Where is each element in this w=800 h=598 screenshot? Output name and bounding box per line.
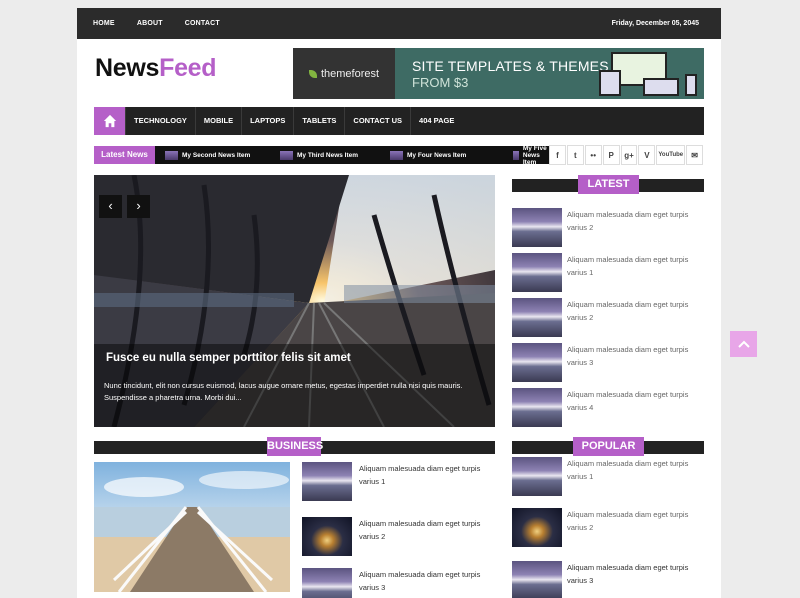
pinterest-icon[interactable]: P [602,145,620,165]
business-post-thumb[interactable] [302,462,352,501]
ticker-item[interactable]: My Second News Item [165,146,250,164]
popular-post-link[interactable]: Aliquam malesuada diam eget turpis variu… [567,508,702,534]
home-button[interactable] [94,107,125,135]
ticker-item-text: My Second News Item [182,151,251,159]
nav-item-laptops[interactable]: LAPTOPS [241,107,293,135]
back-to-top-button[interactable] [730,331,757,357]
top-link-home[interactable]: HOME [93,20,115,27]
page: HOME ABOUT CONTACT Friday, December 05, … [77,8,721,598]
vimeo-icon[interactable]: V [638,145,656,165]
ad-banner[interactable]: themeforest SITE TEMPLATES & THEMES FROM… [293,48,704,99]
flickr-icon[interactable]: •• [584,145,602,165]
business-post-link[interactable]: Aliquam malesuada diam eget turpis variu… [359,517,495,543]
site-logo[interactable]: NewsFeed [95,54,217,83]
slider-next-button[interactable]: › [127,195,150,218]
ticker-item-text: My Third News Item [297,151,359,159]
banner-line1: SITE TEMPLATES & THEMES [412,58,609,74]
top-link-contact[interactable]: CONTACT [185,20,220,27]
latest-post-thumb[interactable] [512,253,562,292]
popular-post-header: POPULAR POST [512,437,704,471]
banner-brand: themeforest [293,48,395,99]
ticker-thumb [165,150,178,160]
nav-item-404[interactable]: 404 PAGE [410,107,462,135]
latest-post-link[interactable]: Aliquam malesuada diam eget turpis variu… [567,208,702,234]
business-featured-image[interactable] [94,462,290,592]
business-post-thumb[interactable] [302,568,352,598]
latest-post-header: LATEST POST [512,175,704,209]
nav-item-mobile[interactable]: MOBILE [194,107,241,135]
latest-post-link[interactable]: Aliquam malesuada diam eget turpis variu… [567,298,702,324]
slider-title[interactable]: Fusce eu nulla semper porttitor felis si… [106,352,351,364]
latest-post-link[interactable]: Aliquam malesuada diam eget turpis variu… [567,343,702,369]
popular-post-link[interactable]: Aliquam malesuada diam eget turpis variu… [567,561,702,587]
top-link-about[interactable]: ABOUT [137,20,163,27]
banner-line2: FROM $3 [412,75,469,90]
main-nav: TECHNOLOGY MOBILE LAPTOPS TABLETS CONTAC… [94,107,704,135]
popular-post-title: POPULAR POST [573,437,644,471]
nav-item-tablets[interactable]: TABLETS [293,107,344,135]
latest-post-thumb[interactable] [512,208,562,247]
business-header: BUSINESS [94,437,495,456]
business-title: BUSINESS [267,437,323,456]
latest-post-title: LATEST POST [578,175,639,209]
current-date: Friday, December 05, 2045 [611,20,699,27]
featured-slider[interactable]: ‹ › Fusce eu nulla semper porttitor feli… [94,175,495,427]
ticker-item-text: My Five News Item [522,146,547,164]
top-bar: HOME ABOUT CONTACT Friday, December 05, … [77,8,721,39]
logo-part-news: News [95,54,160,82]
chevron-up-icon [737,340,750,348]
ticker-thumb [280,150,293,160]
slider-prev-button[interactable]: ‹ [99,195,122,218]
banner-device-tablet [599,70,621,96]
ticker-thumb [390,150,403,160]
ticker-item[interactable]: My Third News Item [280,146,358,164]
nav-item-contact-us[interactable]: CONTACT US [344,107,410,135]
slider-description: Nunc tincidunt, elit non cursus euismod,… [104,381,463,402]
email-icon[interactable]: ✉ [686,145,704,165]
pier-image [94,462,290,592]
banner-brand-text: themeforest [320,67,380,80]
youtube-icon[interactable]: YouTube [656,145,686,165]
social-icons: f t •• P g+ V YouTube ✉ [549,145,704,165]
business-post-link[interactable]: Aliquam malesuada diam eget turpis variu… [359,462,495,488]
ticker-item[interactable]: My Five News Item [513,146,549,164]
banner-device-laptop [643,78,679,96]
ticker-label: Latest News [94,146,155,164]
latest-post-thumb[interactable] [512,343,562,382]
ticker-item[interactable]: My Four News Item [390,146,466,164]
latest-post-thumb[interactable] [512,388,562,427]
googleplus-icon[interactable]: g+ [620,145,638,165]
popular-post-thumb[interactable] [512,561,562,598]
ticker-thumb [513,150,519,160]
leaf-icon [308,69,317,78]
banner-device-phone [685,74,697,96]
home-icon [103,114,116,128]
popular-post-thumb[interactable] [512,508,562,547]
business-post-thumb[interactable] [302,517,352,556]
popular-post-thumb[interactable] [512,457,562,496]
business-post-link[interactable]: Aliquam malesuada diam eget turpis variu… [359,568,495,594]
ticker-item-text: My Four News Item [407,151,467,159]
logo-part-feed: Feed [159,54,217,82]
facebook-icon[interactable]: f [549,145,566,165]
latest-post-link[interactable]: Aliquam malesuada diam eget turpis variu… [567,253,702,279]
twitter-icon[interactable]: t [566,145,584,165]
news-ticker: Latest News My Second News Item My Third… [94,146,549,164]
nav-item-technology[interactable]: TECHNOLOGY [125,107,195,135]
popular-post-link[interactable]: Aliquam malesuada diam eget turpis variu… [567,457,702,483]
latest-post-thumb[interactable] [512,298,562,337]
latest-post-link[interactable]: Aliquam malesuada diam eget turpis variu… [567,388,702,414]
